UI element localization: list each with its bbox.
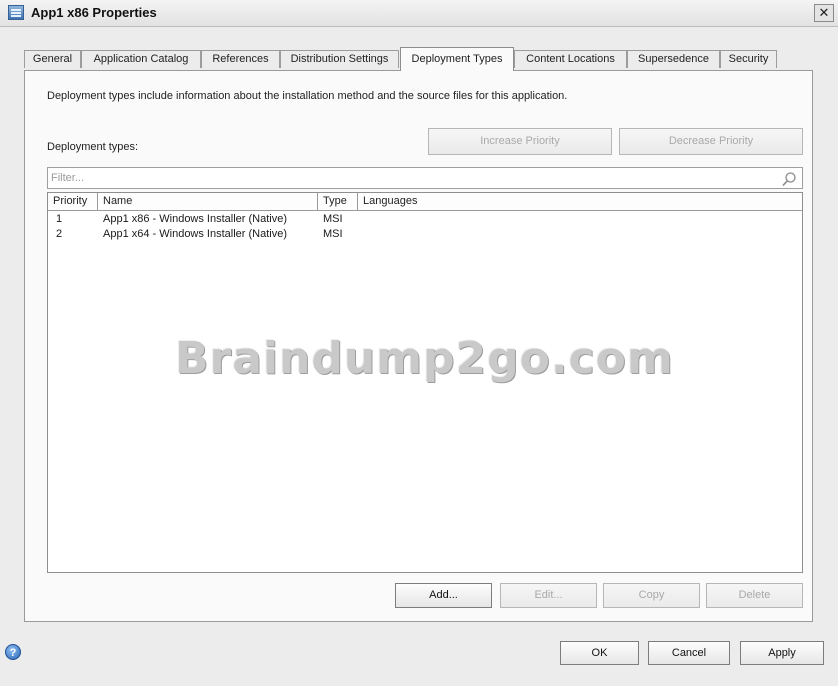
filter-input[interactable]: Filter... — [47, 167, 803, 189]
tab-deployment-types[interactable]: Deployment Types — [400, 47, 514, 71]
cancel-button[interactable]: Cancel — [648, 641, 730, 665]
edit-button[interactable]: Edit... — [500, 583, 597, 608]
column-header-languages[interactable]: Languages — [358, 193, 802, 210]
list-header: Priority Name Type Languages — [48, 193, 802, 211]
close-icon: ✕ — [818, 5, 830, 20]
copy-button[interactable]: Copy — [603, 583, 700, 608]
column-header-name[interactable]: Name — [98, 193, 318, 210]
column-header-type[interactable]: Type — [318, 193, 358, 210]
search-icon[interactable] — [781, 171, 797, 187]
properties-window-icon — [8, 5, 24, 20]
column-header-priority[interactable]: Priority — [48, 193, 98, 210]
table-row[interactable]: 2 App1 x64 - Windows Installer (Native) … — [48, 227, 802, 242]
row-type: MSI — [323, 228, 343, 240]
row-name: App1 x86 - Windows Installer (Native) — [103, 213, 288, 225]
delete-button[interactable]: Delete — [706, 583, 803, 608]
decrease-priority-button[interactable]: Decrease Priority — [619, 128, 803, 155]
tab-references[interactable]: References — [201, 50, 280, 68]
ok-button[interactable]: OK — [560, 641, 639, 665]
tab-security[interactable]: Security — [720, 50, 777, 68]
table-row[interactable]: 1 App1 x86 - Windows Installer (Native) … — [48, 212, 802, 227]
tab-supersedence[interactable]: Supersedence — [627, 50, 720, 68]
panel-description: Deployment types include information abo… — [47, 90, 568, 102]
filter-placeholder: Filter... — [51, 172, 85, 184]
close-button[interactable]: ✕ — [814, 4, 834, 22]
help-icon[interactable]: ? — [5, 644, 21, 660]
deployment-types-label: Deployment types: — [47, 141, 139, 153]
row-priority: 2 — [56, 228, 63, 240]
tab-general[interactable]: General — [24, 50, 81, 68]
window-title: App1 x86 Properties — [31, 5, 157, 20]
increase-priority-button[interactable]: Increase Priority — [428, 128, 612, 155]
row-type: MSI — [323, 213, 343, 225]
tab-distribution-settings[interactable]: Distribution Settings — [280, 50, 399, 68]
row-name: App1 x64 - Windows Installer (Native) — [103, 228, 288, 240]
watermark: Braindump2go.com — [175, 333, 674, 384]
apply-button[interactable]: Apply — [740, 641, 824, 665]
add-button[interactable]: Add... — [395, 583, 492, 608]
title-bar: App1 x86 Properties ✕ — [0, 0, 838, 27]
row-priority: 1 — [56, 213, 63, 225]
tab-content-locations[interactable]: Content Locations — [514, 50, 627, 68]
properties-dialog: App1 x86 Properties ✕ General Applicatio… — [0, 0, 838, 686]
tab-application-catalog[interactable]: Application Catalog — [81, 50, 201, 68]
